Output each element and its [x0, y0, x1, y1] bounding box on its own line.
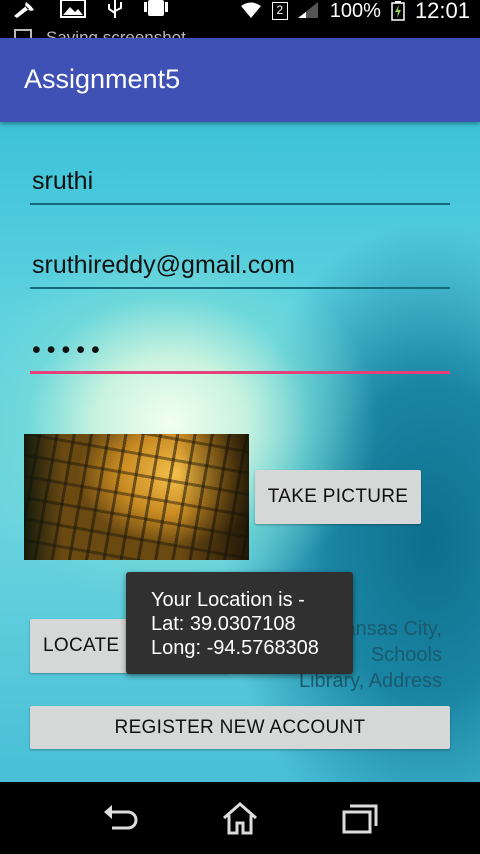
main-content: sruthi sruthireddy@gmail.com ••••• TAKE …	[0, 122, 480, 782]
toast-line-3: Long: -94.5768308	[151, 637, 319, 659]
recents-icon[interactable]	[340, 800, 380, 836]
name-underline	[30, 203, 450, 205]
clock: 12:01	[414, 0, 470, 23]
sim-badge: 2	[271, 2, 288, 20]
name-field[interactable]: sruthi	[30, 159, 450, 205]
email-value: sruthireddy@gmail.com	[32, 251, 295, 279]
app-bar: Assignment5	[0, 38, 480, 122]
toast-line-2: Lat: 39.0307108	[151, 613, 296, 635]
notification-text: Saving screenshot	[46, 28, 186, 38]
battery-charging-icon	[391, 1, 405, 21]
signal-icon	[297, 2, 318, 18]
password-value: •••••	[32, 336, 106, 364]
password-field[interactable]: •••••	[30, 328, 450, 374]
email-field[interactable]: sruthireddy@gmail.com	[30, 243, 450, 289]
wifi-icon	[240, 2, 261, 18]
back-icon[interactable]	[100, 800, 140, 836]
password-underline	[30, 371, 450, 374]
toast-line-1: Your Location is -	[151, 589, 305, 611]
image-icon	[60, 0, 86, 18]
register-new-account-button[interactable]: REGISTER NEW ACCOUNT	[30, 706, 450, 749]
location-toast: Your Location is - Lat: 39.0307108 Long:…	[126, 572, 353, 674]
wrench-icon	[14, 2, 34, 18]
notification-ticker: Saving screenshot	[14, 28, 186, 38]
status-bar: 2 100% 12:01 Saving screenshot	[0, 0, 480, 38]
name-value: sruthi	[32, 167, 94, 195]
take-picture-button[interactable]: TAKE PICTURE	[255, 470, 421, 524]
app-title: Assignment5	[24, 64, 181, 94]
captured-photo	[24, 434, 249, 560]
battery-percent: 100%	[329, 0, 381, 22]
navigation-bar	[0, 782, 480, 854]
email-underline	[30, 287, 450, 289]
home-icon[interactable]	[220, 800, 260, 836]
usb-icon	[108, 0, 122, 18]
checkbox-icon	[14, 29, 32, 38]
android-icon	[144, 0, 168, 16]
